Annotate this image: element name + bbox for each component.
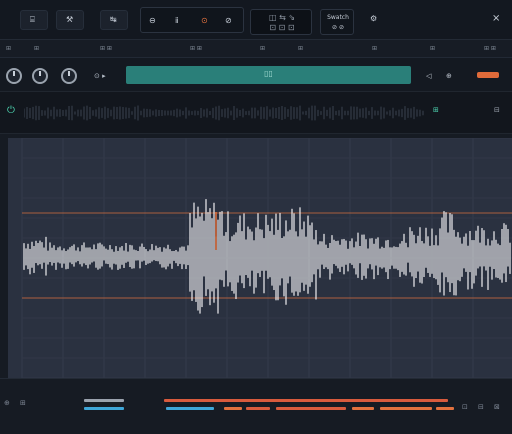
tools-icon: ⚒ xyxy=(66,15,74,24)
waveform-editor-window: ⌸ ⚒ ↹ ⊖ ⅱ ⊙ ⊘ ◫ ⇆ ⇘ ⊡ ⊡ ⊡ Swatch ⊘ ⊘ ⚙ ⨯… xyxy=(0,0,512,434)
minus-icon[interactable]: ⊖ xyxy=(149,16,156,26)
lane-segment[interactable] xyxy=(84,399,124,402)
mode-panel[interactable]: Swatch ⊘ ⊘ xyxy=(320,9,354,35)
ruler-label: ⊞ xyxy=(260,45,266,52)
display-bottom-text: ⊡ ⊡ ⊡ xyxy=(269,23,295,32)
timeline-ruler[interactable]: ⊞ ⊞ ⊞ ⊞ ⊞ ⊞ ⊞ ⊞ ⊞ ⊞ ⊞ ⊞ xyxy=(0,40,512,58)
lane-segment[interactable] xyxy=(164,399,448,402)
mode-top-text: Swatch xyxy=(327,14,349,21)
mode-bottom-text: ⊘ ⊘ xyxy=(332,24,344,31)
waveform-peaks xyxy=(23,199,511,314)
lane-icon[interactable]: ⊠ xyxy=(494,403,500,411)
ruler-label: ⊞ xyxy=(430,45,436,52)
track-menu-icon[interactable]: ⊟ xyxy=(494,106,500,114)
menu-button-b[interactable]: ⚒ xyxy=(56,10,84,30)
overview-strip[interactable] xyxy=(24,104,464,122)
lane-segment[interactable] xyxy=(276,407,346,410)
display-top-text: ◫ ⇆ ⇘ xyxy=(268,13,296,22)
ruler-label: ⊞ xyxy=(34,45,40,52)
rewind-icon[interactable]: ◁ xyxy=(426,72,431,80)
menu-button-c[interactable]: ↹ xyxy=(100,10,128,30)
ruler-label: ⊞ xyxy=(298,45,304,52)
gain-knob[interactable] xyxy=(6,68,22,84)
overview-ticks xyxy=(24,105,424,121)
loop-icon[interactable]: ⊙ ▸ xyxy=(94,72,106,80)
pan-knob[interactable] xyxy=(32,68,48,84)
progress-label: ▯▯ xyxy=(264,69,273,78)
lane-segment[interactable] xyxy=(246,407,270,410)
lane-add-icon[interactable]: ⊕ xyxy=(4,399,10,407)
top-toolbar: ⌸ ⚒ ↹ ⊖ ⅱ ⊙ ⊘ ◫ ⇆ ⇘ ⊡ ⊡ ⊡ Swatch ⊘ ⊘ ⚙ ⨯ xyxy=(0,0,512,40)
add-icon[interactable]: ⊕ xyxy=(446,72,452,80)
ruler-label: ⊞ ⊞ xyxy=(100,45,112,52)
record-arm-button[interactable] xyxy=(477,72,499,78)
lane-segment[interactable] xyxy=(352,407,374,410)
lane-grid-icon[interactable]: ⊞ xyxy=(20,399,26,407)
lane-icon[interactable]: ⊡ xyxy=(462,403,468,411)
power-icon[interactable]: ⏻ xyxy=(7,105,15,116)
lane-segment[interactable] xyxy=(436,407,454,410)
clip-progress-bar[interactable]: ▯▯ xyxy=(126,66,411,84)
lane-segment[interactable] xyxy=(84,407,124,410)
waveform-canvas[interactable] xyxy=(8,138,512,378)
stop-icon[interactable]: ⊘ xyxy=(225,16,232,26)
ruler-label: ⊞ xyxy=(6,45,12,52)
lane-segment[interactable] xyxy=(166,407,214,410)
display-panel: ◫ ⇆ ⇘ ⊡ ⊡ ⊡ xyxy=(250,9,312,35)
record-icon[interactable]: ⊙ xyxy=(201,16,208,26)
track-mute-icon[interactable]: ⊞ xyxy=(433,106,439,114)
menu-a-icon: ⌸ xyxy=(30,15,35,24)
swap-icon: ↹ xyxy=(110,15,117,24)
menu-button-a[interactable]: ⌸ xyxy=(20,10,48,30)
transport-icon-group: ⊖ ⅱ ⊙ ⊘ xyxy=(140,7,244,33)
lane-segment[interactable] xyxy=(380,407,432,410)
ruler-label: ⊞ ⊞ xyxy=(484,45,496,52)
settings-icon[interactable]: ⚙ xyxy=(370,14,377,24)
lane-segment[interactable] xyxy=(224,407,242,410)
ruler-label: ⊞ xyxy=(372,45,378,52)
waveform-svg xyxy=(21,138,512,378)
bottom-lanes: ⊕ ⊞ ⊡ ⊟ ⊠ xyxy=(0,378,512,434)
ruler-label: ⊞ ⊞ xyxy=(190,45,202,52)
track-header: ⏻ ⊞ ⊟ xyxy=(0,92,512,134)
filter-knob[interactable] xyxy=(61,68,77,84)
close-icon[interactable]: ⨯ xyxy=(492,14,500,24)
pause-icon[interactable]: ⅱ xyxy=(175,16,179,26)
lane-icon[interactable]: ⊟ xyxy=(478,403,484,411)
